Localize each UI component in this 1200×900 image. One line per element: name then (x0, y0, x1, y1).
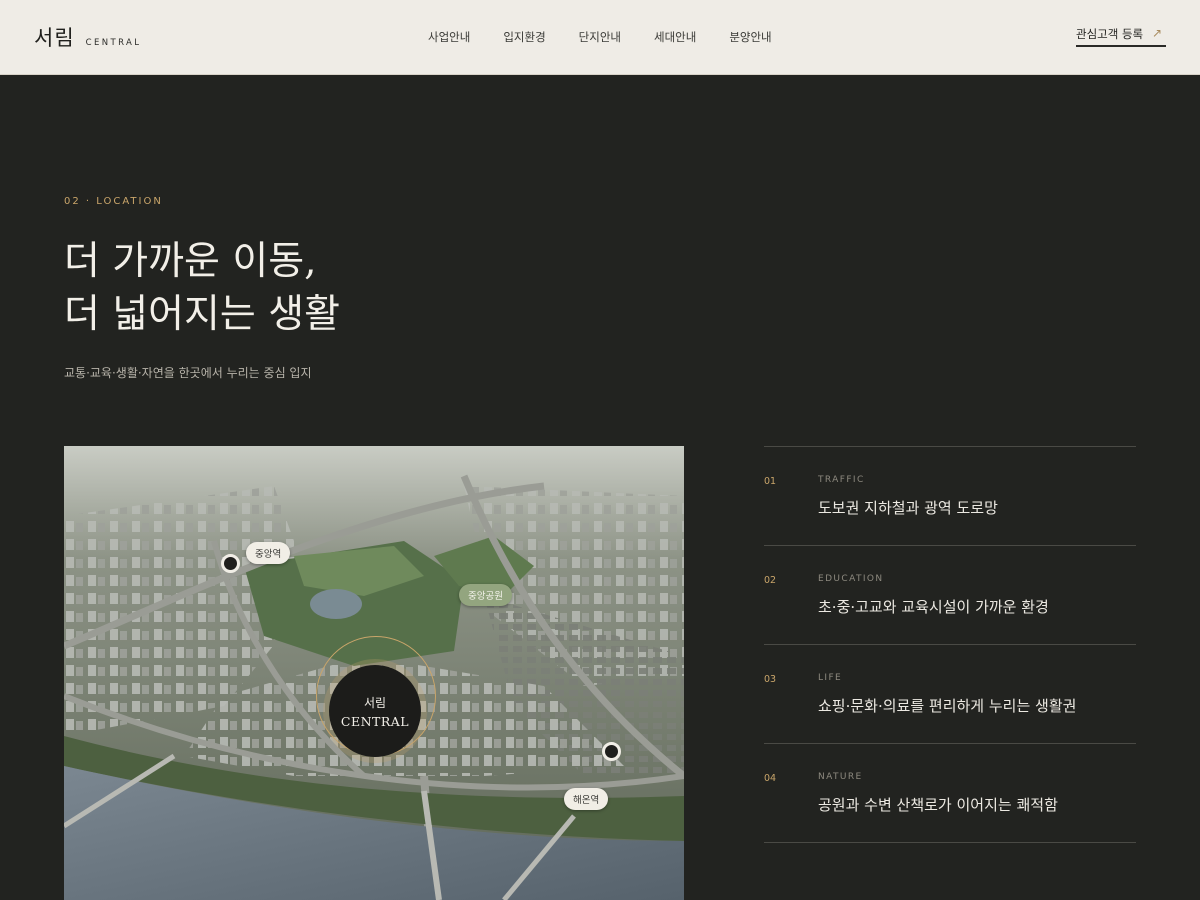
site-center-badge[interactable]: 서림 CENTRAL (329, 665, 421, 757)
section-headline: 더 가까운 이동, 더 넓어지는 생활 (64, 235, 340, 341)
feature-title: 도보권 지하철과 광역 도로망 (818, 499, 998, 517)
feature-category: EDUCATION (818, 574, 884, 584)
nav-item-complex[interactable]: 단지안내 (579, 29, 621, 45)
feature-list-divider (764, 842, 1136, 843)
feature-number: 03 (764, 674, 777, 685)
feature-item-education[interactable]: 02 EDUCATION 초·중·고교와 교육시설이 가까운 환경 (764, 545, 1136, 644)
site-center-name-en: CENTRAL (340, 713, 410, 729)
register-interest-label: 관심고객 등록 (1076, 27, 1144, 41)
nav-item-sales[interactable]: 분양안내 (729, 29, 771, 45)
brand-name-ko: 서림 (34, 26, 75, 50)
section-subtitle: 교통·교육·생활·자연을 한곳에서 누리는 중심 입지 (64, 366, 312, 380)
feature-number: 04 (764, 773, 777, 784)
brand-name-en: CENTRAL (85, 38, 142, 48)
station-1-marker (221, 554, 240, 573)
nav-item-business[interactable]: 사업안내 (428, 29, 470, 45)
feature-title: 초·중·고교와 교육시설이 가까운 환경 (818, 598, 1049, 616)
brand-logo[interactable]: 서림 CENTRAL (34, 22, 141, 52)
location-feature-list: 01 TRAFFIC 도보권 지하철과 광역 도로망 02 EDUCATION … (764, 446, 1136, 843)
feature-title: 공원과 수변 산책로가 이어지는 쾌적함 (818, 796, 1058, 814)
headline-line-2: 더 넓어지는 생활 (64, 292, 340, 337)
feature-category: LIFE (818, 673, 843, 683)
station-1-label[interactable]: 중앙역 (246, 542, 291, 564)
register-interest-button[interactable]: 관심고객 등록 ↗ (1076, 26, 1166, 47)
site-center-name-ko: 서림 (363, 695, 387, 710)
feature-title: 쇼핑·문화·의료를 편리하게 누리는 생활권 (818, 697, 1077, 715)
nav-item-units[interactable]: 세대안내 (654, 29, 696, 45)
feature-item-nature[interactable]: 04 NATURE 공원과 수변 산책로가 이어지는 쾌적함 (764, 743, 1136, 842)
station-2-marker (602, 742, 621, 761)
nav-item-location[interactable]: 입지환경 (503, 29, 545, 45)
arrow-up-right-icon: ↗ (1151, 26, 1162, 40)
feature-number: 01 (764, 476, 777, 487)
feature-number: 02 (764, 575, 777, 586)
feature-category: NATURE (818, 772, 863, 782)
site-header: 서림 CENTRAL 사업안내 입지환경 단지안내 세대안내 분양안내 관심고객… (0, 0, 1200, 75)
feature-item-traffic[interactable]: 01 TRAFFIC 도보권 지하철과 광역 도로망 (764, 446, 1136, 545)
station-2-label[interactable]: 해온역 (564, 788, 609, 810)
feature-item-life[interactable]: 03 LIFE 쇼핑·문화·의료를 편리하게 누리는 생활권 (764, 644, 1136, 743)
section-eyebrow: 02 · LOCATION (64, 196, 163, 207)
headline-line-1: 더 가까운 이동, (64, 239, 317, 284)
feature-category: TRAFFIC (818, 475, 865, 485)
aerial-map: 중앙역 중앙공원 해온역 서림 CENTRAL (64, 446, 684, 900)
park-label[interactable]: 중앙공원 (459, 584, 512, 606)
main-nav: 사업안내 입지환경 단지안내 세대안내 분양안내 (428, 29, 805, 45)
